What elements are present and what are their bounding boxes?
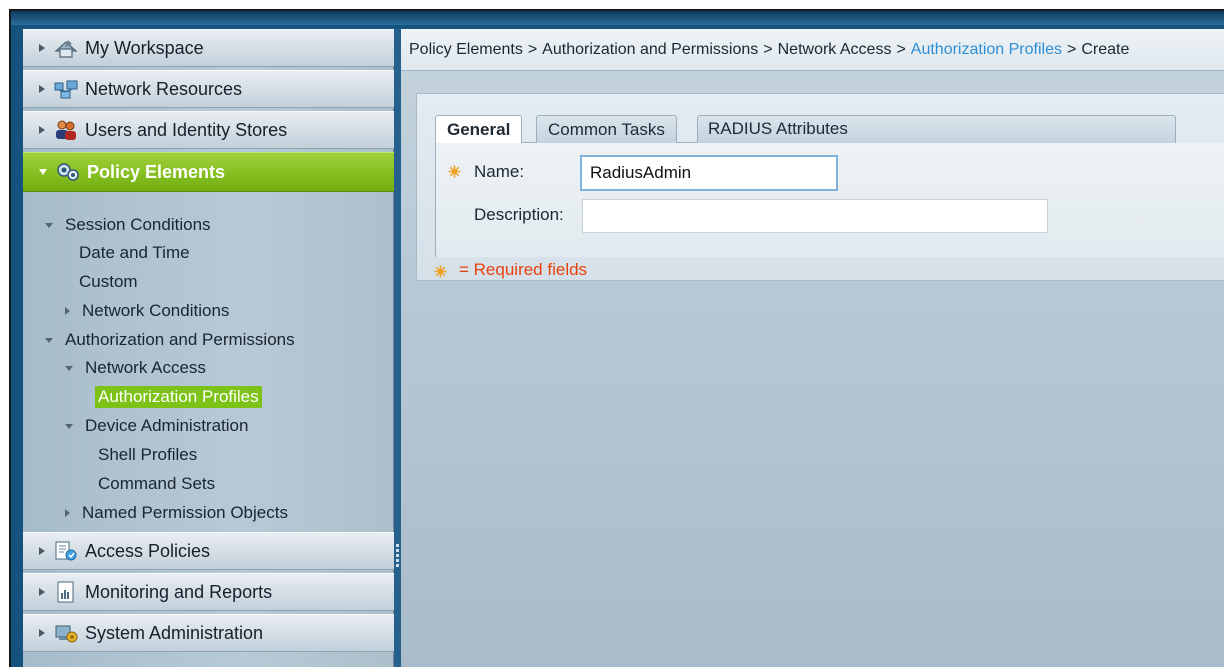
tab-strip: General Common Tasks RADIUS Attributes — [435, 115, 1176, 144]
description-label: Description: — [474, 205, 564, 224]
sidebar: My Workspace Network Resources Users and… — [23, 29, 394, 667]
drawer-label: Access Policies — [85, 540, 211, 561]
access-policies-icon — [55, 541, 77, 561]
drawer-my-workspace[interactable]: My Workspace — [23, 29, 394, 67]
breadcrumb-separator: > — [527, 40, 538, 58]
tab-general[interactable]: General — [435, 115, 523, 144]
collapse-arrow-icon — [65, 423, 73, 429]
drawer-network-resources[interactable]: Network Resources — [23, 70, 394, 108]
policy-elements-icon — [57, 163, 79, 181]
grip-dot — [396, 549, 399, 552]
required-star-icon — [448, 165, 461, 178]
drawer-monitoring-reports[interactable]: Monitoring and Reports — [23, 573, 394, 611]
workspace-icon — [54, 40, 78, 58]
breadcrumb-authorization-permissions: Authorization and Permissions — [542, 40, 759, 58]
expand-arrow-icon — [65, 509, 70, 517]
breadcrumb: Policy Elements > Authorization and Perm… — [401, 29, 1224, 71]
collapse-arrow-icon — [65, 365, 73, 371]
main-content: Policy Elements > Authorization and Perm… — [401, 29, 1224, 667]
tree-item-authorization-permissions[interactable]: Authorization and Permissions — [45, 327, 295, 353]
tree-item-label: Named Permission Objects — [82, 503, 288, 522]
drawer-policy-elements[interactable]: Policy Elements — [23, 152, 394, 192]
monitoring-reports-icon — [57, 581, 74, 603]
tree-item-label: Network Conditions — [82, 301, 230, 320]
tree-item-label: Date and Time — [79, 243, 190, 262]
tree-item-network-access[interactable]: Network Access — [65, 355, 206, 381]
collapse-arrow-icon — [45, 337, 53, 343]
users-icon — [56, 120, 76, 140]
required-star-icon — [434, 265, 447, 278]
tab-radius-attributes[interactable]: RADIUS Attributes — [697, 115, 859, 143]
tree-item-network-conditions[interactable]: Network Conditions — [65, 298, 229, 324]
tree-item-label: Network Access — [85, 358, 206, 377]
tree-item-shell-profiles[interactable]: Shell Profiles — [98, 442, 197, 468]
grip-dot — [396, 564, 399, 567]
tab-common-tasks[interactable]: Common Tasks — [536, 115, 677, 143]
grip-dot — [396, 559, 399, 562]
expand-arrow-icon — [39, 126, 45, 134]
system-admin-icon — [55, 625, 78, 643]
tree-item-label: Command Sets — [98, 474, 216, 493]
drawer-system-administration[interactable]: System Administration — [23, 614, 394, 652]
tree-item-label: Device Administration — [85, 416, 249, 435]
drawer-users-identity-stores[interactable]: Users and Identity Stores — [23, 111, 394, 149]
tree-item-device-administration[interactable]: Device Administration — [65, 413, 248, 439]
tab-label: RADIUS Attributes — [708, 119, 848, 138]
tree-item-session-conditions[interactable]: Session Conditions — [45, 212, 211, 238]
authorization-profile-panel: General Common Tasks RADIUS Attributes N… — [416, 93, 1224, 281]
breadcrumb-separator: > — [896, 40, 906, 58]
drawer-label: Monitoring and Reports — [85, 581, 273, 602]
expand-arrow-icon — [39, 85, 45, 93]
expand-arrow-icon — [39, 629, 45, 637]
drawer-label: Network Resources — [85, 78, 243, 99]
drawer-label: System Administration — [85, 622, 264, 643]
grip-dot — [396, 554, 399, 557]
drawer-access-policies[interactable]: Access Policies — [23, 532, 394, 570]
splitter-handle[interactable] — [394, 29, 401, 667]
breadcrumb-separator: > — [763, 40, 773, 58]
tree-item-label: Custom — [79, 272, 138, 291]
tree-item-command-sets[interactable]: Command Sets — [98, 471, 215, 497]
collapse-arrow-icon — [45, 222, 53, 228]
tree-item-label: Shell Profiles — [98, 445, 198, 464]
tree-item-custom[interactable]: Custom — [79, 269, 138, 295]
expand-arrow-icon — [65, 307, 70, 315]
tree-item-authorization-profiles[interactable]: Authorization Profiles — [95, 384, 262, 410]
tree-item-label: Session Conditions — [65, 215, 211, 234]
tree-item-date-and-time[interactable]: Date and Time — [79, 240, 190, 266]
app-window: My Workspace Network Resources Users and… — [9, 9, 1224, 667]
breadcrumb-create: Create — [1081, 40, 1130, 58]
network-resources-icon — [54, 80, 78, 99]
tab-label: General — [447, 120, 511, 139]
general-form: Name: Description: — [435, 143, 1224, 257]
description-field[interactable] — [582, 199, 1048, 233]
expand-arrow-icon — [39, 588, 45, 596]
drawer-label: Users and Identity Stores — [85, 119, 288, 140]
tree-item-label: Authorization and Permissions — [65, 330, 295, 349]
drawer-label: Policy Elements — [87, 161, 226, 182]
tree-item-label-selected: Authorization Profiles — [95, 386, 262, 408]
expand-arrow-icon — [39, 44, 45, 52]
breadcrumb-separator: > — [1066, 40, 1077, 58]
name-field[interactable] — [580, 155, 838, 191]
breadcrumb-policy-elements: Policy Elements — [409, 40, 523, 58]
tree-item-named-permission-objects[interactable]: Named Permission Objects — [65, 500, 288, 526]
drawer-label: My Workspace — [85, 37, 204, 58]
tab-label: Common Tasks — [548, 119, 665, 139]
expand-arrow-icon — [39, 547, 45, 555]
name-label: Name: — [474, 162, 525, 181]
required-fields-note: = Required fields — [459, 260, 588, 279]
collapse-arrow-icon — [39, 169, 47, 175]
breadcrumb-network-access: Network Access — [777, 40, 892, 58]
top-strip — [11, 11, 1224, 25]
grip-dot — [396, 544, 399, 547]
breadcrumb-authorization-profiles-link[interactable]: Authorization Profiles — [911, 41, 1062, 59]
